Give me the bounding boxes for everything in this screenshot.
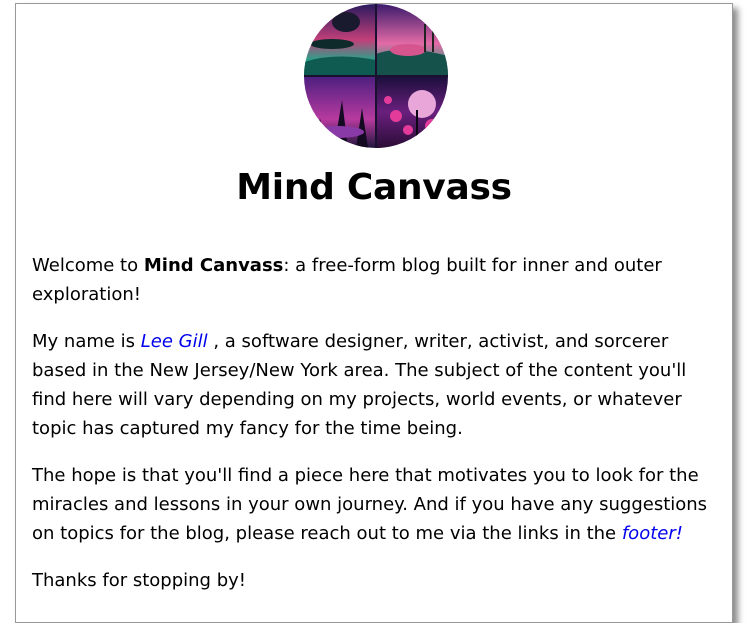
author-link[interactable]: Lee Gill (141, 331, 208, 352)
about-text-before: My name is (32, 331, 141, 353)
intro-paragraph: Welcome to Mind Canvass: a free-form blo… (32, 252, 716, 309)
footer-link[interactable]: footer! (622, 523, 683, 544)
intro-blog-name: Mind Canvass (143, 255, 284, 276)
hope-text: The hope is that you'll find a piece her… (32, 465, 708, 544)
page-title: Mind Canvass (236, 167, 512, 208)
intro-text-before: Welcome to (32, 255, 144, 276)
thanks-paragraph: Thanks for stopping by! (32, 570, 246, 592)
avatar (304, 4, 448, 148)
blog-intro: Welcome to Mind Canvass: a free-form blo… (32, 252, 716, 615)
blog-card: Mind Canvass Welcome to Mind Canvass: a … (15, 3, 733, 623)
about-paragraph: My name is Lee Gill , a software designe… (32, 328, 716, 443)
hope-paragraph: The hope is that you'll find a piece her… (32, 462, 716, 548)
avatar-image (304, 4, 448, 148)
